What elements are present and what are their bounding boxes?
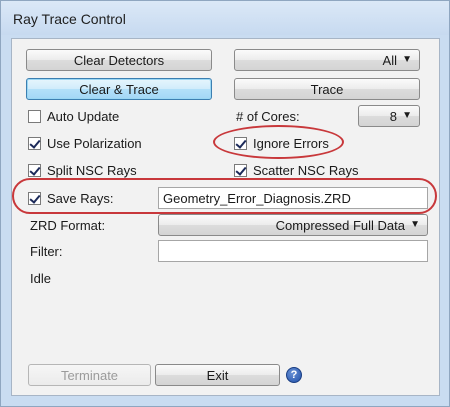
title-bar[interactable]: Ray Trace Control — [1, 1, 449, 35]
cores-label: # of Cores: — [236, 109, 300, 124]
filter-input[interactable] — [158, 240, 428, 262]
use-polarization-checkbox[interactable]: Use Polarization — [28, 134, 142, 152]
chevron-down-icon: ▼ — [410, 219, 420, 230]
save-rays-checkbox[interactable]: Save Rays: — [28, 189, 113, 207]
trace-button[interactable]: Trace — [234, 78, 420, 100]
zrd-format-label: ZRD Format: — [30, 218, 106, 233]
split-nsc-rays-label: Split NSC Rays — [47, 162, 137, 178]
scatter-nsc-rays-label: Scatter NSC Rays — [253, 162, 359, 178]
terminate-button: Terminate — [28, 364, 151, 386]
chevron-down-icon: ▼ — [402, 54, 412, 65]
detector-select[interactable]: All ▼ — [234, 49, 420, 71]
save-rays-file-input[interactable]: Geometry_Error_Diagnosis.ZRD — [158, 187, 428, 209]
cores-select-value: 8 — [389, 108, 397, 124]
scatter-nsc-rays-box[interactable] — [234, 163, 247, 177]
control-panel: Clear Detectors All ▼ Clear & Trace Trac… — [11, 38, 440, 396]
detector-select-value: All — [382, 52, 397, 68]
use-polarization-label: Use Polarization — [47, 135, 142, 151]
ray-trace-control-window: Ray Trace Control Clear Detectors All ▼ … — [0, 0, 450, 407]
window-title: Ray Trace Control — [13, 11, 126, 27]
save-rays-box[interactable] — [28, 191, 41, 205]
auto-update-box[interactable] — [28, 109, 41, 123]
auto-update-label: Auto Update — [47, 108, 120, 124]
help-icon[interactable]: ? — [286, 367, 302, 383]
zrd-format-select[interactable]: Compressed Full Data ▼ — [158, 214, 428, 236]
status-text: Idle — [30, 271, 51, 286]
ignore-errors-label: Ignore Errors — [253, 135, 329, 151]
clear-detectors-button[interactable]: Clear Detectors — [26, 49, 212, 71]
auto-update-checkbox[interactable]: Auto Update — [28, 107, 119, 125]
chevron-down-icon: ▼ — [402, 110, 412, 121]
exit-button[interactable]: Exit — [155, 364, 280, 386]
use-polarization-box[interactable] — [28, 136, 41, 150]
cores-select[interactable]: 8 ▼ — [358, 105, 420, 127]
save-rays-label: Save Rays: — [47, 190, 114, 206]
ignore-errors-box[interactable] — [234, 136, 247, 150]
split-nsc-rays-box[interactable] — [28, 163, 41, 177]
ignore-errors-checkbox[interactable]: Ignore Errors — [234, 134, 329, 152]
split-nsc-rays-checkbox[interactable]: Split NSC Rays — [28, 161, 137, 179]
filter-label: Filter: — [30, 244, 63, 259]
scatter-nsc-rays-checkbox[interactable]: Scatter NSC Rays — [234, 161, 358, 179]
clear-trace-button[interactable]: Clear & Trace — [26, 78, 212, 100]
zrd-format-value: Compressed Full Data — [275, 217, 405, 233]
